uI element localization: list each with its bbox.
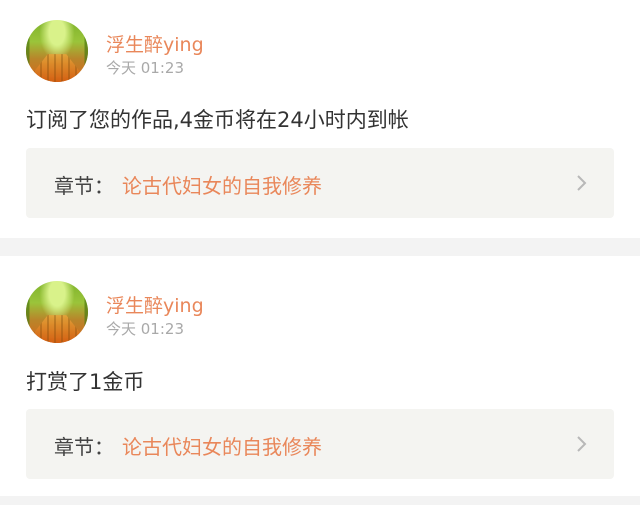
notification-card: 浮生醉ying 今天 01:23 打赏了1金币 章节： 论古代妇女的自我修养 bbox=[0, 256, 640, 496]
chevron-right-icon bbox=[577, 175, 587, 191]
timestamp: 今天 01:23 bbox=[106, 320, 184, 338]
notification-card: 浮生醉ying 今天 01:23 订阅了您的作品,4金币将在24小时内到帐 章节… bbox=[0, 0, 640, 238]
chapter-title: 论古代妇女的自我修养 bbox=[122, 174, 322, 198]
chapter-link[interactable]: 章节： 论古代妇女的自我修养 bbox=[26, 148, 614, 218]
avatar[interactable] bbox=[26, 20, 88, 82]
avatar[interactable] bbox=[26, 281, 88, 343]
chapter-link[interactable]: 章节： 论古代妇女的自我修养 bbox=[26, 409, 614, 479]
chapter-label: 章节： bbox=[54, 174, 114, 198]
chapter-label: 章节： bbox=[54, 435, 114, 459]
username[interactable]: 浮生醉ying bbox=[106, 291, 204, 318]
chapter-title: 论古代妇女的自我修养 bbox=[122, 435, 322, 459]
timestamp: 今天 01:23 bbox=[106, 59, 184, 77]
chevron-right-icon bbox=[577, 436, 587, 452]
notification-message: 打赏了1金币 bbox=[26, 370, 145, 394]
notification-message: 订阅了您的作品,4金币将在24小时内到帐 bbox=[26, 108, 409, 132]
username[interactable]: 浮生醉ying bbox=[106, 30, 204, 57]
